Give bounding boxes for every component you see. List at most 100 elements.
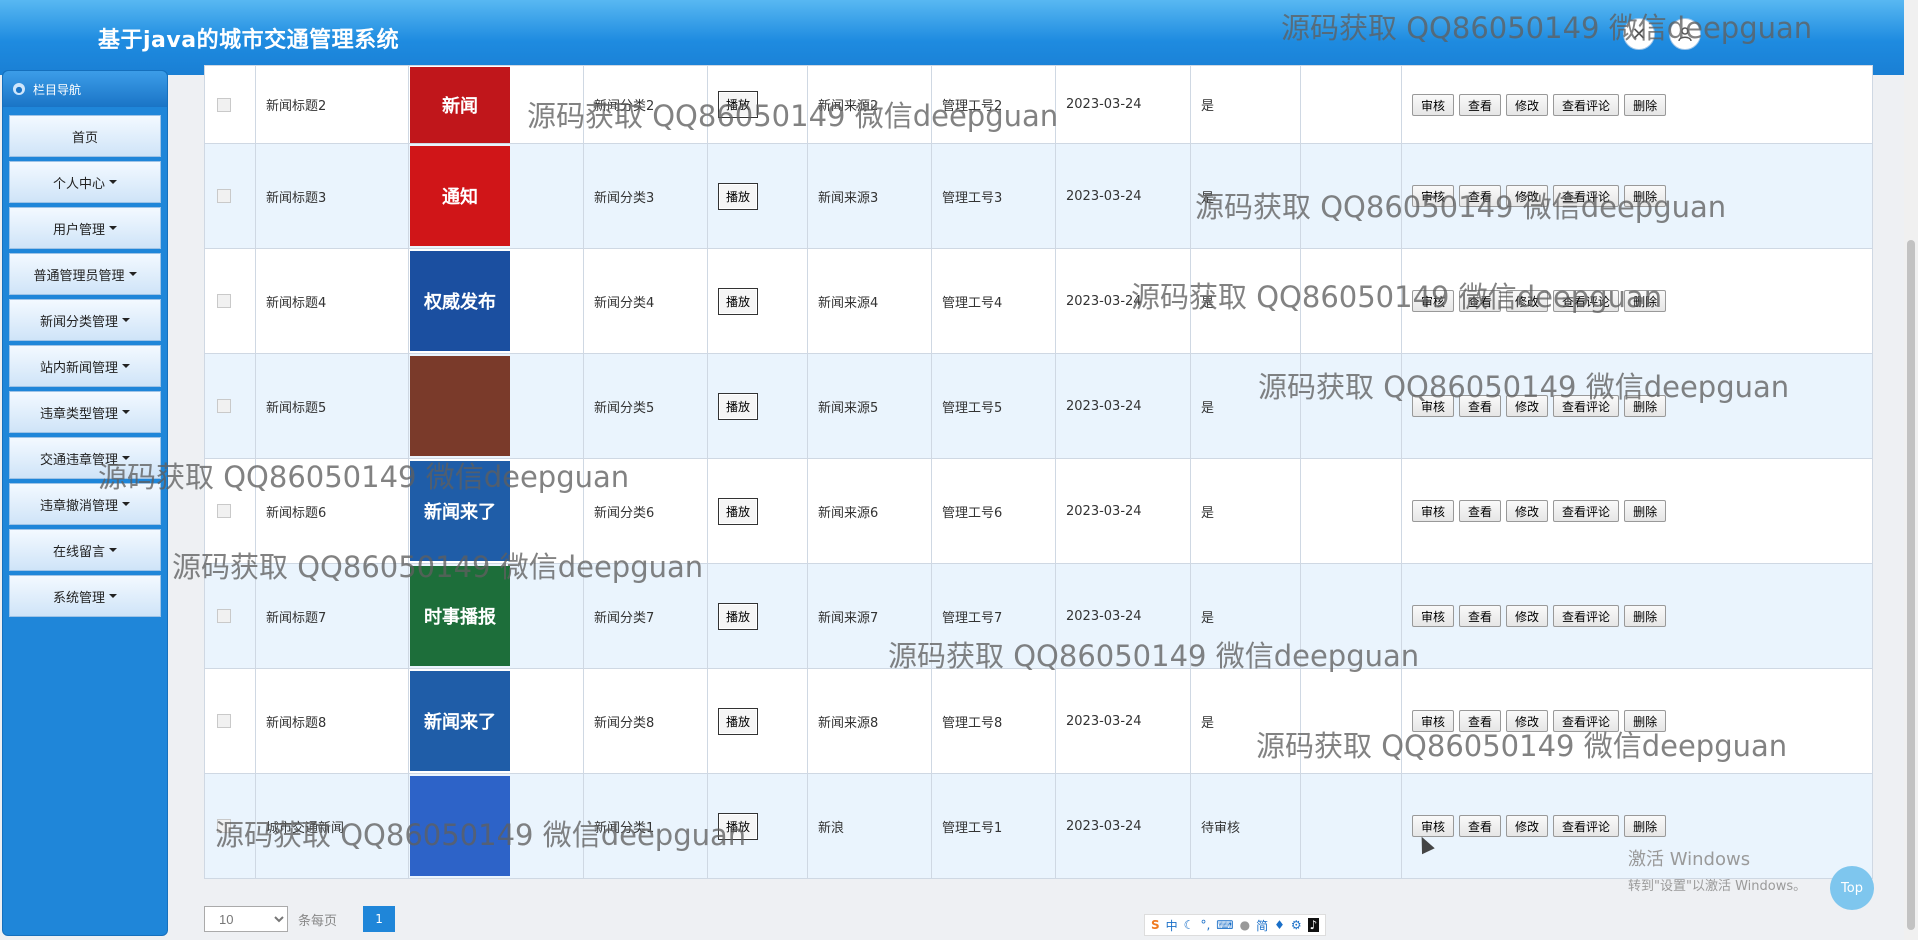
delete-button[interactable]: 删除 — [1624, 815, 1667, 837]
row-checkbox[interactable] — [217, 819, 231, 833]
view-button[interactable]: 查看 — [1459, 395, 1502, 417]
back-to-top-button[interactable]: Top — [1830, 866, 1874, 910]
approve-button[interactable]: 审核 — [1412, 605, 1455, 627]
sidebar-item-label: 站内新闻管理 — [39, 360, 118, 376]
row-actions: 审核 查看 修改 查看评论 删除 — [1412, 290, 1872, 312]
play-button[interactable]: 播放 — [718, 392, 759, 420]
vertical-scrollbar[interactable] — [1904, 0, 1918, 940]
sogou-logo-icon[interactable]: S — [1151, 918, 1160, 932]
sidebar-item[interactable]: 普通管理员管理 — [9, 253, 161, 295]
edit-button[interactable]: 修改 — [1506, 605, 1549, 627]
view-button[interactable]: 查看 — [1459, 710, 1502, 732]
edit-button[interactable]: 修改 — [1506, 815, 1549, 837]
play-button[interactable]: 播放 — [718, 812, 759, 840]
row-checkbox[interactable] — [217, 609, 231, 623]
view-button[interactable]: 查看 — [1459, 500, 1502, 522]
punctuation-icon[interactable]: °, — [1200, 918, 1210, 932]
approve-button[interactable]: 审核 — [1412, 815, 1455, 837]
user-icon[interactable] — [1669, 18, 1701, 50]
sidebar-item[interactable]: 首页 — [9, 115, 161, 157]
moon-icon[interactable]: ☾ — [1184, 918, 1195, 932]
view-comments-button[interactable]: 查看评论 — [1553, 710, 1620, 732]
news-thumbnail[interactable]: 通知 — [410, 146, 510, 246]
reply-cell — [1300, 773, 1402, 879]
staff-id: 管理工号8 — [942, 715, 1003, 731]
approve-button[interactable]: 审核 — [1412, 290, 1455, 312]
edit-button[interactable]: 修改 — [1506, 93, 1549, 116]
sidebar-item[interactable]: 在线留言 — [9, 529, 161, 571]
page-button-current[interactable]: 1 — [363, 906, 396, 932]
view-button[interactable]: 查看 — [1459, 605, 1502, 627]
shirt-icon[interactable]: ♦ — [1274, 918, 1285, 932]
sidebar-item[interactable]: 违章撤消管理 — [9, 483, 161, 525]
edit-button[interactable]: 修改 — [1506, 500, 1549, 522]
news-thumbnail[interactable]: 时事播报 — [410, 566, 510, 666]
view-comments-button[interactable]: 查看评论 — [1553, 93, 1620, 116]
ime-simplified-mode[interactable]: 简 — [1256, 917, 1268, 934]
news-thumbnail[interactable]: 新闻来了 — [410, 461, 510, 561]
row-checkbox[interactable] — [217, 294, 231, 308]
play-button[interactable]: 播放 — [718, 91, 759, 118]
view-comments-button[interactable]: 查看评论 — [1553, 500, 1620, 522]
sidebar-item[interactable]: 新闻分类管理 — [9, 299, 161, 341]
play-button[interactable]: 播放 — [718, 287, 759, 315]
view-comments-button[interactable]: 查看评论 — [1553, 605, 1620, 627]
play-button[interactable]: 播放 — [718, 707, 759, 735]
scrollbar-thumb[interactable] — [1907, 240, 1915, 930]
delete-button[interactable]: 删除 — [1624, 290, 1667, 312]
news-thumbnail[interactable]: 权威发布 — [410, 251, 510, 351]
approve-button[interactable]: 审核 — [1412, 500, 1455, 522]
edit-button[interactable]: 修改 — [1506, 185, 1549, 207]
tiktok-icon[interactable]: ♪ — [1307, 918, 1320, 932]
news-category: 新闻分类4 — [594, 295, 655, 311]
view-button[interactable]: 查看 — [1459, 290, 1502, 312]
edit-button[interactable]: 修改 — [1506, 710, 1549, 732]
sidebar-item[interactable]: 用户管理 — [9, 207, 161, 249]
sidebar-item[interactable]: 站内新闻管理 — [9, 345, 161, 387]
staff-id: 管理工号2 — [942, 99, 1003, 114]
delete-button[interactable]: 删除 — [1624, 710, 1667, 732]
view-button[interactable]: 查看 — [1459, 185, 1502, 207]
delete-button[interactable]: 删除 — [1624, 93, 1667, 116]
view-comments-button[interactable]: 查看评论 — [1553, 185, 1620, 207]
approve-button[interactable]: 审核 — [1412, 93, 1455, 116]
ime-chinese-mode[interactable]: 中 — [1166, 917, 1178, 934]
play-button[interactable]: 播放 — [718, 497, 759, 525]
news-thumbnail[interactable]: 新闻 — [410, 66, 510, 143]
delete-button[interactable]: 删除 — [1624, 500, 1667, 522]
news-thumbnail[interactable] — [410, 776, 510, 876]
delete-button[interactable]: 删除 — [1624, 605, 1667, 627]
view-button[interactable]: 查看 — [1459, 815, 1502, 837]
approve-button[interactable]: 审核 — [1412, 395, 1455, 417]
approve-button[interactable]: 审核 — [1412, 710, 1455, 732]
keyboard-icon[interactable]: ⌨ — [1216, 918, 1233, 932]
sidebar-item[interactable]: 系统管理 — [9, 575, 161, 617]
publish-date: 2023-03-24 — [1066, 608, 1142, 624]
user-small-icon[interactable]: ● — [1240, 918, 1250, 932]
news-thumbnail[interactable] — [410, 356, 510, 456]
edit-button[interactable]: 修改 — [1506, 395, 1549, 417]
delete-button[interactable]: 删除 — [1624, 395, 1667, 417]
settings-gear-icon[interactable]: ⚙ — [1291, 918, 1302, 932]
row-checkbox[interactable] — [217, 399, 231, 413]
staff-cell: 管理工号4 — [931, 248, 1056, 354]
row-checkbox[interactable] — [217, 714, 231, 728]
view-comments-button[interactable]: 查看评论 — [1553, 290, 1620, 312]
view-button[interactable]: 查看 — [1459, 93, 1502, 116]
close-icon[interactable]: ✕ — [1623, 18, 1655, 50]
row-checkbox[interactable] — [217, 504, 231, 518]
row-checkbox[interactable] — [217, 97, 231, 112]
sidebar-item[interactable]: 违章类型管理 — [9, 391, 161, 433]
play-button[interactable]: 播放 — [718, 602, 759, 630]
page-size-select[interactable]: 10 — [204, 906, 288, 932]
approve-button[interactable]: 审核 — [1412, 185, 1455, 207]
sidebar-item[interactable]: 交通违章管理 — [9, 437, 161, 479]
row-checkbox[interactable] — [217, 189, 231, 203]
news-thumbnail[interactable]: 新闻来了 — [410, 671, 510, 771]
view-comments-button[interactable]: 查看评论 — [1553, 395, 1620, 417]
sidebar-item[interactable]: 个人中心 — [9, 161, 161, 203]
edit-button[interactable]: 修改 — [1506, 290, 1549, 312]
view-comments-button[interactable]: 查看评论 — [1553, 815, 1620, 837]
play-button[interactable]: 播放 — [718, 182, 759, 210]
delete-button[interactable]: 删除 — [1624, 185, 1667, 207]
